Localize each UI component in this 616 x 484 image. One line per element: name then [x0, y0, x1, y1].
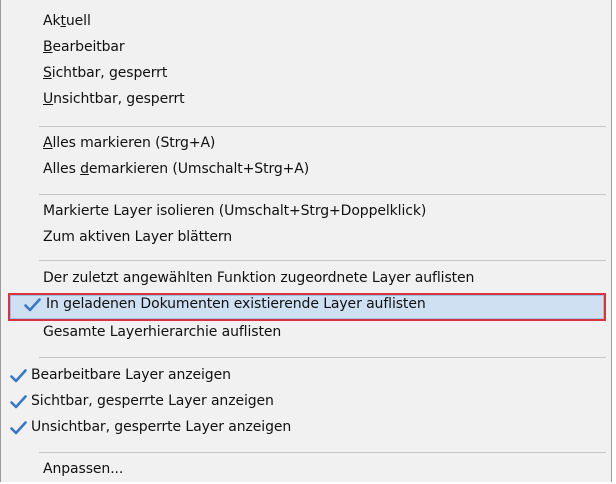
menu-item-label: Alles markieren (Strg+A) [43, 135, 216, 151]
menu-item-label: Aktuell [43, 13, 91, 29]
checkmark-icon [10, 395, 27, 409]
menu-item-label: Zum aktiven Layer blättern [43, 229, 233, 245]
menu-item-label: Der zuletzt angewählten Funktion zugeord… [43, 270, 475, 286]
menu-item-label: Unsichtbar, gesperrte Layer anzeigen [31, 419, 292, 435]
menu-item-label: Unsichtbar, gesperrt [43, 91, 185, 107]
menu-item-bearbeitbare-anzeigen[interactable]: Bearbeitbare Layer anzeigen [5, 364, 607, 390]
menu-item-bearbeitbar[interactable]: Bearbeitbar [5, 36, 607, 62]
menu-item-unsichtbar-gesperrte-anzeigen[interactable]: Unsichtbar, gesperrte Layer anzeigen [5, 416, 607, 442]
menu-item-label: Bearbeitbare Layer anzeigen [31, 367, 231, 383]
menu-separator [39, 452, 606, 453]
menu-separator [39, 260, 606, 261]
menu-item-unsichtbar-gesperrt[interactable]: Unsichtbar, gesperrt [5, 88, 607, 114]
layer-context-menu: Aktuell Bearbeitbar Sichtbar, gesperrt U… [0, 0, 612, 482]
menu-item-sichtbar-gesperrt[interactable]: Sichtbar, gesperrt [5, 62, 607, 88]
menu-item-sichtbar-gesperrte-anzeigen[interactable]: Sichtbar, gesperrte Layer anzeigen [5, 390, 607, 416]
menu-item-label: Markierte Layer isolieren (Umschalt+Strg… [43, 203, 427, 219]
menu-item-zum-aktiven-layer[interactable]: Zum aktiven Layer blättern [5, 226, 607, 252]
menu-separator [39, 194, 606, 195]
menu-item-label: In geladenen Dokumenten existierende Lay… [46, 296, 426, 312]
menu-item-label: Sichtbar, gesperrte Layer anzeigen [31, 393, 274, 409]
menu-item-label: Alles demarkieren (Umschalt+Strg+A) [43, 161, 310, 177]
menu-item-geladene-layer-auflisten[interactable]: In geladenen Dokumenten existierende Lay… [8, 293, 606, 321]
checkmark-icon [10, 369, 27, 383]
menu-item-alles-markieren[interactable]: Alles markieren (Strg+A) [5, 132, 607, 158]
menu-item-alles-demarkieren[interactable]: Alles demarkieren (Umschalt+Strg+A) [5, 158, 607, 184]
menu-item-label: Gesamte Layerhierarchie auflisten [43, 324, 282, 340]
menu-item-label: Anpassen... [43, 461, 124, 477]
menu-item-gesamte-hierarchie[interactable]: Gesamte Layerhierarchie auflisten [5, 321, 607, 347]
menu-item-aktuell[interactable]: Aktuell [5, 10, 607, 36]
checkmark-icon [10, 421, 27, 435]
menu-item-label: Sichtbar, gesperrt [43, 65, 168, 81]
menu-separator [39, 126, 606, 127]
checkmark-icon [24, 298, 41, 312]
menu-separator [39, 357, 606, 358]
menu-item-funktion-layer-auflisten[interactable]: Der zuletzt angewählten Funktion zugeord… [5, 267, 607, 293]
menu-item-layer-isolieren[interactable]: Markierte Layer isolieren (Umschalt+Strg… [5, 200, 607, 226]
menu-item-anpassen[interactable]: Anpassen... [5, 458, 607, 484]
menu-item-label: Bearbeitbar [43, 39, 125, 55]
